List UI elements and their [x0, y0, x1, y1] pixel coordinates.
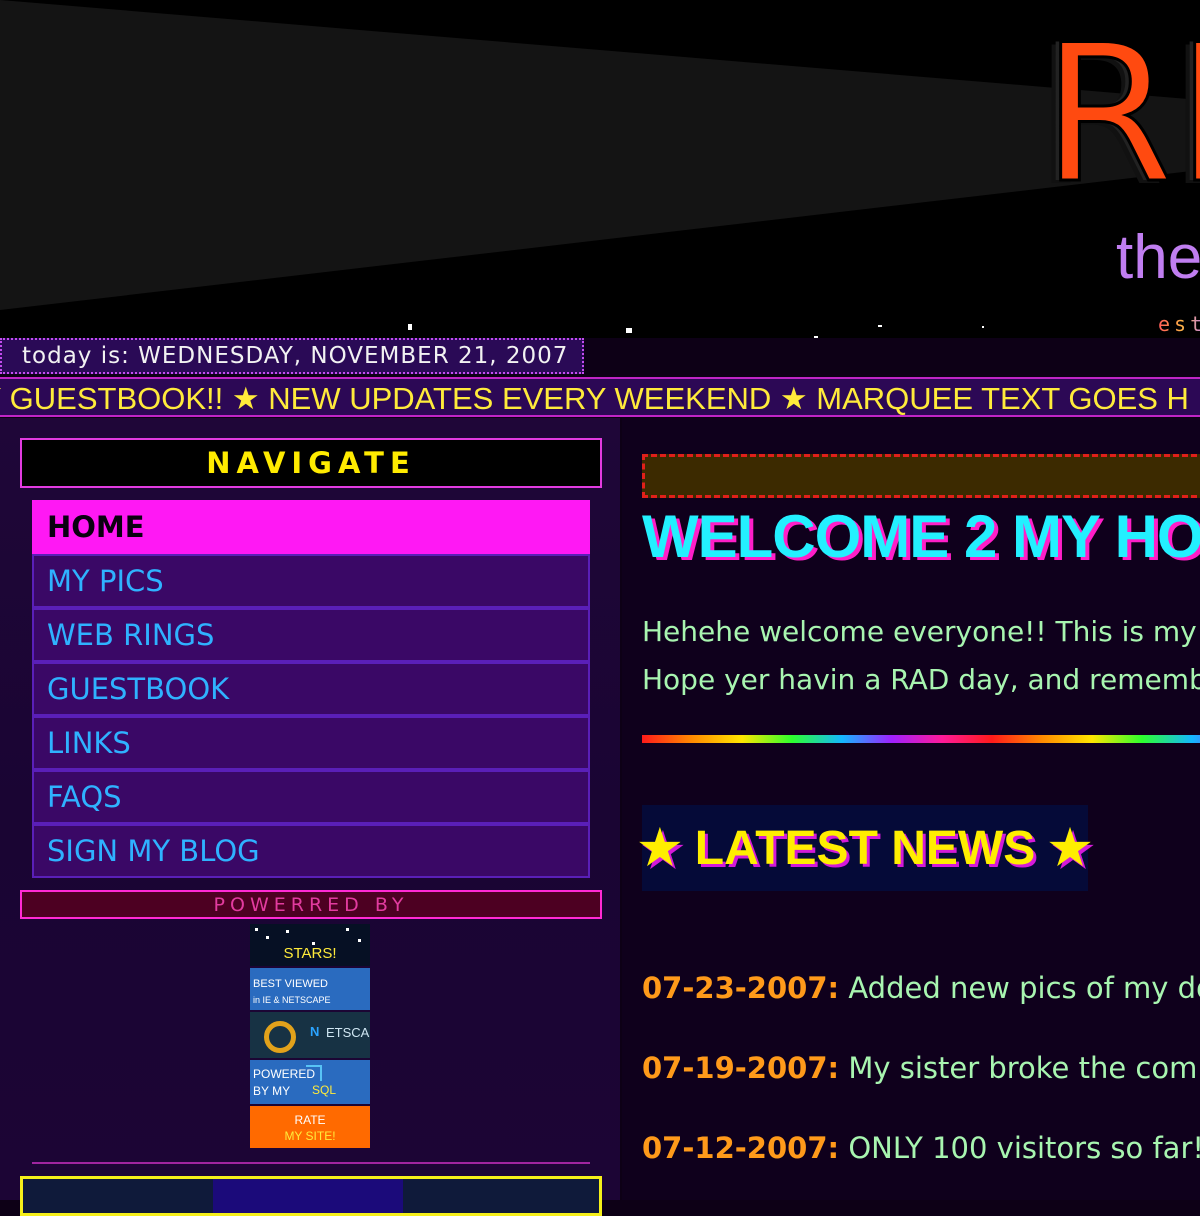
stars-badge[interactable]: STARS! — [250, 924, 370, 966]
rate-badge-line2: MY SITE! — [284, 1129, 336, 1143]
date-text: today is: WEDNESDAY, NOVEMBER 21, 2007 — [22, 343, 569, 369]
star-icon — [982, 326, 984, 328]
netscape-ring-icon — [264, 1021, 296, 1053]
news-date: 07-12-2007: — [642, 1131, 840, 1165]
star-dot — [358, 939, 361, 942]
star-dot — [255, 928, 258, 931]
intro-line: Hope yer havin a RAD day, and remembe — [642, 663, 1200, 696]
stars-badge-label: STARS! — [283, 945, 337, 962]
nav-item-links[interactable]: LINKS — [32, 716, 590, 770]
nav-item-label: SIGN MY BLOG — [47, 834, 260, 868]
powered-by-heading: POWERRED BY — [20, 890, 602, 919]
nav-item-web-rings[interactable]: WEB RINGS — [32, 608, 590, 662]
latest-news-heading-box: ★ LATEST NEWS ★ — [638, 805, 1092, 891]
latest-news-heading: ★ LATEST NEWS ★ — [638, 822, 1092, 875]
main-content: WELCOME 2 MY HO Hehehe welcome everyone!… — [622, 418, 1200, 1200]
site-subtitle: the — [1116, 223, 1200, 292]
marquee-banner: GN MY GUESTBOOK!! ★ NEW UPDATES EVERY WE… — [0, 377, 1200, 417]
welcome-heading: WELCOME 2 MY HO — [642, 503, 1200, 570]
rainbow-divider — [642, 735, 1200, 743]
netscape-badge[interactable]: N ETSCAPE — [250, 1012, 370, 1058]
news-date: 07-23-2007: — [642, 971, 840, 1005]
star-dot — [286, 930, 289, 933]
nav-item-faqs[interactable]: FAQS — [32, 770, 590, 824]
news-text: ONLY 100 visitors so far! T — [839, 1131, 1200, 1165]
nav-item-label: GUESTBOOK — [47, 672, 230, 706]
nav-item-my-pics[interactable]: MY PICS — [32, 554, 590, 608]
site-header: RE the est — [0, 0, 1200, 338]
news-text: Added new pics of my dog — [839, 971, 1200, 1005]
star-dot — [266, 936, 269, 939]
powered-by-sql-badge[interactable]: POWERED BY MY SQL — [250, 1060, 370, 1104]
star-icon — [814, 336, 818, 338]
sql-badge-word: SQL — [312, 1083, 337, 1097]
site-title: RE — [1040, 4, 1200, 225]
news-item: 07-12-2007: ONLY 100 visitors so far! T — [642, 1126, 1200, 1200]
best-viewed-badge[interactable]: BEST VIEWED in IE & NETSCAPE — [250, 968, 370, 1010]
star-dot — [346, 928, 349, 931]
star-icon — [408, 324, 412, 330]
rate-my-site-badge[interactable]: RATE MY SITE! — [250, 1106, 370, 1148]
sidebar-divider — [32, 1162, 590, 1164]
news-item: 07-23-2007: Added new pics of my dog — [642, 966, 1200, 1046]
established-text: est — [1158, 312, 1200, 336]
nav-item-label: FAQS — [47, 780, 122, 814]
dashed-banner-box — [642, 454, 1200, 498]
netscape-n: N — [310, 1024, 320, 1039]
nav-item-guestbook[interactable]: GUESTBOOK — [32, 662, 590, 716]
powered-by-text: POWERRED BY — [213, 893, 409, 916]
rate-badge-line1: RATE — [294, 1113, 326, 1127]
navigate-heading: NAVIGATE — [20, 438, 602, 488]
database-icon — [306, 1065, 322, 1081]
netscape-text: ETSCAPE — [326, 1025, 370, 1040]
date-bar: today is: WEDNESDAY, NOVEMBER 21, 2007 — [0, 338, 584, 374]
star-icon — [878, 325, 882, 327]
sidebar: NAVIGATE HOME MY PICS WEB RINGS GUESTBOO… — [0, 418, 620, 1216]
intro-text: Hehehe welcome everyone!! This is my Hop… — [642, 608, 1200, 704]
star-dot — [312, 942, 315, 945]
nav-item-label: LINKS — [47, 726, 131, 760]
nav-item-label: MY PICS — [47, 564, 164, 598]
nav-item-sign-my-blog[interactable]: SIGN MY BLOG — [32, 824, 590, 878]
news-list: 07-23-2007: Added new pics of my dog 07-… — [642, 966, 1200, 1200]
nav-item-label: WEB RINGS — [47, 618, 215, 652]
news-text: My sister broke the compu — [839, 1051, 1200, 1085]
news-item: 07-19-2007: My sister broke the compu — [642, 1046, 1200, 1126]
nav-item-label: HOME — [47, 510, 145, 544]
star-icon — [626, 328, 632, 333]
sidebar-bottom-box — [20, 1176, 602, 1216]
news-date: 07-19-2007: — [642, 1051, 840, 1085]
intro-line: Hehehe welcome everyone!! This is my — [642, 615, 1197, 648]
nav-item-home[interactable]: HOME — [32, 500, 590, 554]
navigate-heading-text: NAVIGATE — [206, 446, 416, 480]
nav-list: HOME MY PICS WEB RINGS GUESTBOOK LINKS F… — [32, 500, 590, 878]
best-viewed-line2: in IE & NETSCAPE — [253, 995, 331, 1005]
badge-column: STARS! BEST VIEWED in IE & NETSCAPE N ET… — [250, 924, 370, 1150]
best-viewed-line1: BEST VIEWED — [253, 978, 328, 990]
marquee-text: GN MY GUESTBOOK!! ★ NEW UPDATES EVERY WE… — [0, 381, 1189, 416]
light-beam-graphic — [0, 0, 1200, 310]
